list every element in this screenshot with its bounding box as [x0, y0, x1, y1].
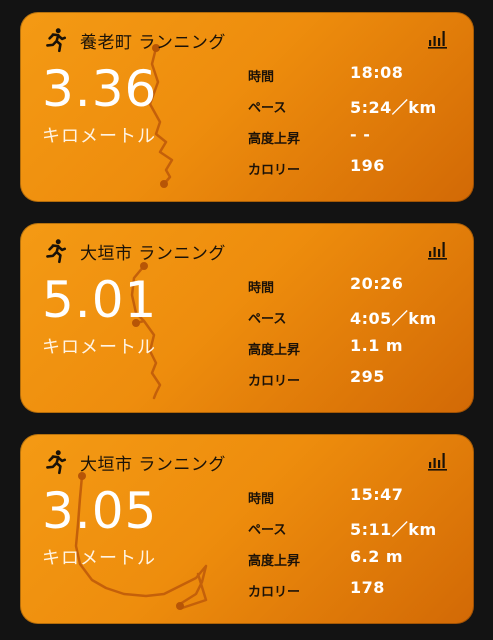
distance-unit: キロメートル [42, 126, 156, 147]
activity-title: 大垣市 ランニング [80, 243, 226, 264]
distance-unit: キロメートル [42, 548, 156, 569]
card-header: 大垣市 ランニング [42, 237, 226, 265]
stat-row-time: 時間 15:47 [248, 484, 458, 515]
stat-row-pace: ペース 5:24／km [248, 93, 458, 124]
bar-chart-icon[interactable] [426, 237, 450, 261]
stat-row-calories: カロリー 295 [248, 366, 458, 397]
stat-value: 15:47 [350, 485, 404, 504]
activity-card-2[interactable]: 大垣市 ランニング 5.01 キロメートル 時間 20:26 ペース 4:05／… [20, 223, 474, 413]
stat-row-time: 時間 20:26 [248, 273, 458, 304]
stat-value: - - [350, 125, 371, 144]
stat-value: 5:24／km [350, 98, 437, 117]
distance-value: 3.05 [42, 482, 158, 540]
stat-label: ペース [248, 312, 287, 327]
bar-chart-icon[interactable] [426, 448, 450, 472]
card-header: 大垣市 ランニング [42, 448, 226, 476]
stat-row-elevation: 高度上昇 - - [248, 124, 458, 155]
stat-value: 178 [350, 578, 385, 597]
stat-label: 高度上昇 [248, 343, 301, 358]
stat-value: 5:11／km [350, 520, 437, 539]
stat-label: カロリー [248, 374, 301, 389]
stats-list: 時間 15:47 ペース 5:11／km 高度上昇 6.2 m カロリー 178 [248, 484, 458, 608]
stat-value: 20:26 [350, 274, 404, 293]
stat-label: 時間 [248, 492, 275, 507]
stat-row-calories: カロリー 196 [248, 155, 458, 186]
stat-value: 6.2 m [350, 547, 404, 566]
stat-row-pace: ペース 4:05／km [248, 304, 458, 335]
runner-icon [46, 450, 67, 475]
card-header: 養老町 ランニング [42, 26, 226, 54]
stat-row-elevation: 高度上昇 6.2 m [248, 546, 458, 577]
stat-label: カロリー [248, 163, 301, 178]
runner-icon [46, 28, 67, 53]
activity-card-1[interactable]: 養老町 ランニング 3.36 キロメートル 時間 18:08 ペース 5:24／… [20, 12, 474, 202]
stat-row-calories: カロリー 178 [248, 577, 458, 608]
distance-value: 3.36 [42, 60, 158, 118]
stats-list: 時間 20:26 ペース 4:05／km 高度上昇 1.1 m カロリー 295 [248, 273, 458, 397]
activity-title: 大垣市 ランニング [80, 454, 226, 475]
stat-label: ペース [248, 523, 287, 538]
stat-label: 時間 [248, 70, 275, 85]
activity-title: 養老町 ランニング [80, 32, 226, 53]
stat-label: 高度上昇 [248, 132, 301, 147]
stat-label: 高度上昇 [248, 554, 301, 569]
distance-unit: キロメートル [42, 337, 156, 358]
stat-value: 196 [350, 156, 385, 175]
stat-label: ペース [248, 101, 287, 116]
stats-list: 時間 18:08 ペース 5:24／km 高度上昇 - - カロリー 196 [248, 62, 458, 186]
stat-value: 18:08 [350, 63, 404, 82]
stat-value: 295 [350, 367, 385, 386]
stat-row-pace: ペース 5:11／km [248, 515, 458, 546]
stat-value: 1.1 m [350, 336, 404, 355]
stat-row-elevation: 高度上昇 1.1 m [248, 335, 458, 366]
stat-row-time: 時間 18:08 [248, 62, 458, 93]
stat-value: 4:05／km [350, 309, 437, 328]
activity-card-3[interactable]: 大垣市 ランニング 3.05 キロメートル 時間 15:47 ペース 5:11／… [20, 434, 474, 624]
bar-chart-icon[interactable] [426, 26, 450, 50]
distance-value: 5.01 [42, 271, 158, 329]
stat-label: 時間 [248, 281, 275, 296]
runner-icon [46, 239, 67, 264]
stat-label: カロリー [248, 585, 301, 600]
